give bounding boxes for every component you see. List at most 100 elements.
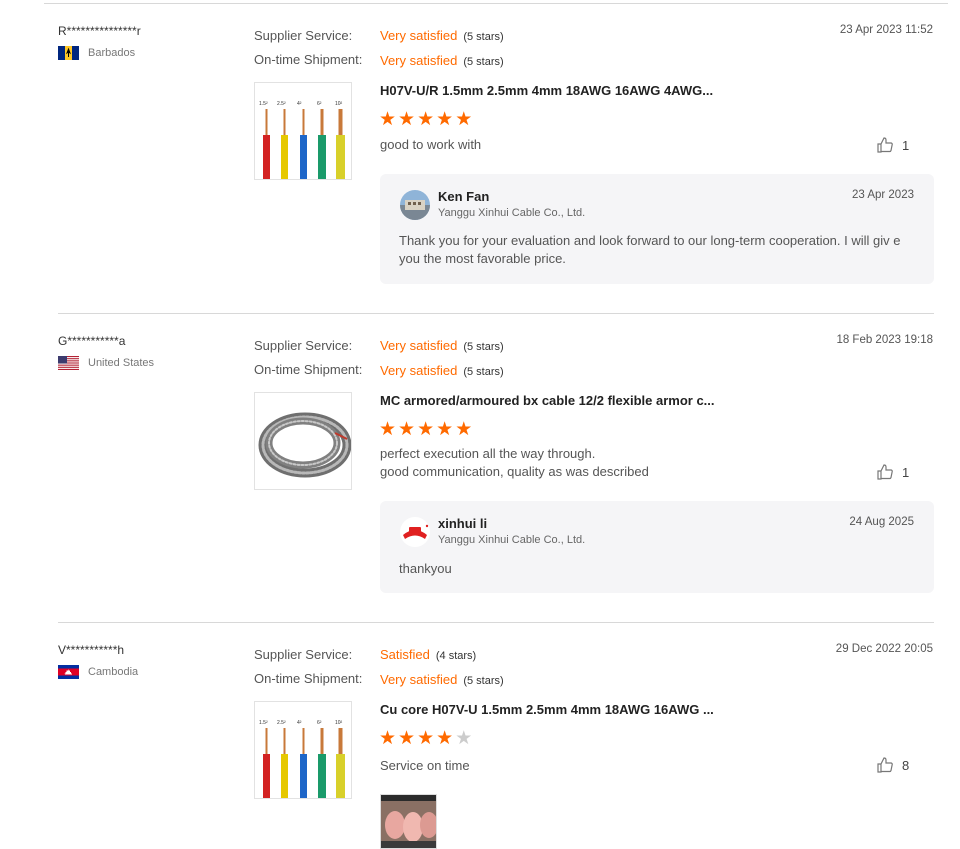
buyer-name: G***********a (58, 334, 126, 348)
star-icon: ★ (398, 109, 418, 130)
buyer-country: Cambodia (58, 665, 138, 679)
star-icon: ★ (455, 109, 475, 130)
star-icon: ★ (398, 419, 418, 440)
reply-text: Thank you for your evaluation and look f… (399, 233, 901, 266)
rating-values: Satisfied (4 stars) Very satisfied (5 star… (380, 643, 504, 693)
on-time-shipment-label: On-time Shipment: (254, 52, 363, 67)
star-icon: ★ (455, 728, 475, 749)
rating-values: Very satisfied (5 stars) Very satisfied (5… (380, 334, 504, 384)
product-title-link[interactable]: Cu core H07V-U 1.5mm 2.5mm 4mm 18AWG 16A… (380, 702, 714, 717)
star-icon: ★ (436, 728, 456, 749)
star-icon: ★ (436, 419, 456, 440)
wire-label: 1.5² (259, 720, 268, 726)
reply-author: xinhui li (438, 516, 488, 531)
product-thumbnail[interactable]: 1.5² 2.5² 4² 6² 10² (254, 701, 352, 799)
shipment-value: Very satisfied (380, 363, 458, 378)
thumbs-up-icon (877, 464, 893, 480)
wire-label: 4² (297, 720, 302, 726)
like-button[interactable]: 1 (876, 463, 909, 481)
star-icon: ★ (417, 728, 437, 749)
review-date: 23 Apr 2023 11:52 (839, 24, 933, 36)
shipment-value: Very satisfied (380, 672, 458, 687)
reply-date: 24 Aug 2025 (849, 516, 914, 528)
reply-text: thankyou (399, 561, 452, 576)
buyer-country: United States (58, 356, 154, 370)
rating-labels: Supplier Service: On-time Shipment: (254, 643, 362, 691)
rating-labels: Supplier Service: On-time Shipment: (254, 334, 362, 382)
thumbs-up-icon (877, 757, 893, 773)
review-comment: Service on time (380, 758, 470, 773)
supplier-service-label: Supplier Service: (254, 338, 353, 353)
shipment-stars: (5 stars) (463, 366, 504, 378)
shipment-stars: (5 stars) (463, 675, 504, 687)
wire-label: 2.5² (277, 101, 286, 107)
country-name: United States (88, 357, 155, 369)
supplier-service-value: Satisfied (380, 647, 430, 662)
wire-label: 2.5² (277, 720, 286, 726)
supplier-service-stars: (5 stars) (463, 341, 504, 353)
avatar (400, 517, 430, 547)
supplier-service-value: Very satisfied (380, 28, 458, 43)
review-date: 29 Dec 2022 20:05 (835, 643, 933, 655)
star-icon: ★ (417, 419, 437, 440)
on-time-shipment-label: On-time Shipment: (254, 362, 363, 377)
product-title-link[interactable]: H07V-U/R 1.5mm 2.5mm 4mm 18AWG 16AWG 4AW… (380, 83, 713, 98)
star-icon: ★ (379, 728, 399, 749)
review-comment-line: good communication, quality as was descr… (380, 464, 649, 479)
like-button[interactable]: 1 (876, 136, 909, 154)
supplier-reply: Ken Fan Yanggu Xinhui Cable Co., Ltd. 23… (380, 174, 934, 284)
country-name: Barbados (88, 47, 136, 59)
supplier-service-label: Supplier Service: (254, 28, 353, 43)
like-count: 1 (902, 464, 910, 480)
wire-label: 1.5² (259, 101, 268, 107)
like-button[interactable]: 8 (876, 756, 909, 774)
flag-cambodia-icon (58, 665, 79, 679)
supplier-service-stars: (5 stars) (463, 31, 504, 43)
product-rating: ★★★★★ (379, 110, 474, 130)
reply-company: Yanggu Xinhui Cable Co., Ltd. (438, 207, 586, 219)
shipment-value: Very satisfied (380, 53, 458, 68)
star-icon: ★ (436, 109, 456, 130)
review-divider (58, 622, 934, 623)
review-date: 18 Feb 2023 19:18 (836, 334, 933, 346)
like-count: 8 (902, 757, 910, 773)
wire-label: 10² (335, 720, 343, 726)
rating-values: Very satisfied (5 stars) Very satisfied (5… (380, 24, 504, 74)
wire-label: 10² (335, 101, 343, 107)
product-rating: ★★★★★ (379, 420, 474, 440)
shipment-stars: (5 stars) (463, 56, 504, 68)
review-comment: perfect execution all the way through. g… (380, 445, 649, 481)
star-icon: ★ (417, 109, 437, 130)
like-count: 1 (902, 137, 910, 153)
star-icon: ★ (455, 419, 475, 440)
review-photo-thumbnail[interactable] (380, 794, 437, 849)
star-icon: ★ (379, 109, 399, 130)
review-comment: good to work with (380, 137, 482, 152)
wire-label: 6² (317, 720, 322, 726)
wire-label: 6² (317, 101, 322, 107)
thumbs-up-icon (877, 137, 893, 153)
flag-us-icon (58, 356, 79, 370)
supplier-reply: xinhui li Yanggu Xinhui Cable Co., Ltd. … (380, 501, 934, 593)
rating-labels: Supplier Service: On-time Shipment: (254, 24, 362, 72)
review-comment-line: perfect execution all the way through. (380, 446, 596, 461)
star-icon: ★ (379, 419, 399, 440)
review-divider (58, 313, 934, 314)
country-name: Cambodia (88, 666, 139, 678)
product-thumbnail[interactable]: 1.5² 2.5² 4² 6² 10² (254, 82, 352, 180)
on-time-shipment-label: On-time Shipment: (254, 671, 363, 686)
wire-label: 4² (297, 101, 302, 107)
product-rating: ★★★★★ (379, 729, 474, 749)
star-icon: ★ (398, 728, 418, 749)
flag-barbados-icon (58, 46, 79, 60)
top-divider (44, 3, 948, 4)
avatar (400, 190, 430, 220)
supplier-service-label: Supplier Service: (254, 647, 353, 662)
reply-company: Yanggu Xinhui Cable Co., Ltd. (438, 534, 586, 546)
buyer-name: R***************r (58, 24, 141, 38)
buyer-country: Barbados (58, 46, 135, 60)
supplier-service-stars: (4 stars) (435, 650, 477, 662)
buyer-name: V***********h (58, 643, 125, 657)
product-thumbnail[interactable] (254, 392, 352, 490)
product-title-link[interactable]: MC armored/armoured bx cable 12/2 flexib… (380, 393, 715, 408)
